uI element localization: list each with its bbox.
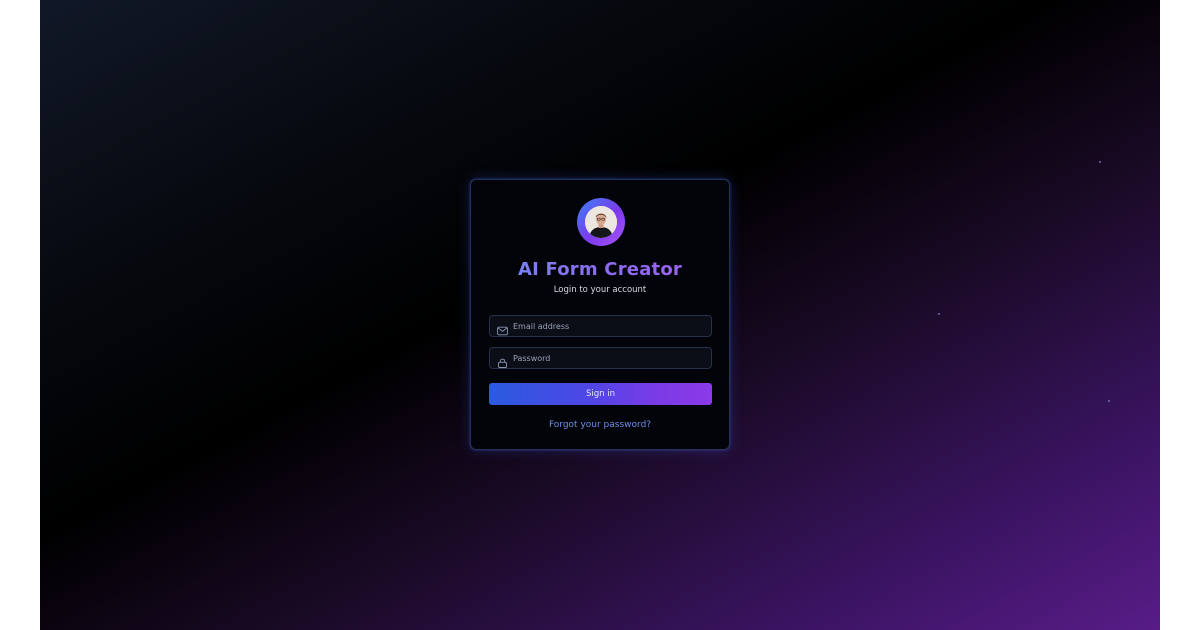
avatar xyxy=(577,198,625,246)
background-star xyxy=(1099,161,1101,163)
lock-icon xyxy=(497,353,508,368)
login-card: AI Form Creator Login to your account Si… xyxy=(470,179,730,450)
avatar-photo xyxy=(585,206,617,238)
email-field[interactable] xyxy=(489,315,712,337)
forgot-password-link[interactable]: Forgot your password? xyxy=(471,420,729,430)
password-input[interactable] xyxy=(513,348,705,368)
background-star xyxy=(1108,400,1110,402)
password-field[interactable] xyxy=(489,347,712,369)
user-avatar-icon xyxy=(585,206,617,238)
page-subtitle: Login to your account xyxy=(553,285,647,295)
background-star xyxy=(938,313,940,315)
email-input[interactable] xyxy=(513,316,705,336)
mail-icon xyxy=(497,321,508,336)
page-title: AI Form Creator xyxy=(471,259,729,280)
login-background: AI Form Creator Login to your account Si… xyxy=(40,0,1160,630)
sign-in-button[interactable]: Sign in xyxy=(489,383,712,405)
